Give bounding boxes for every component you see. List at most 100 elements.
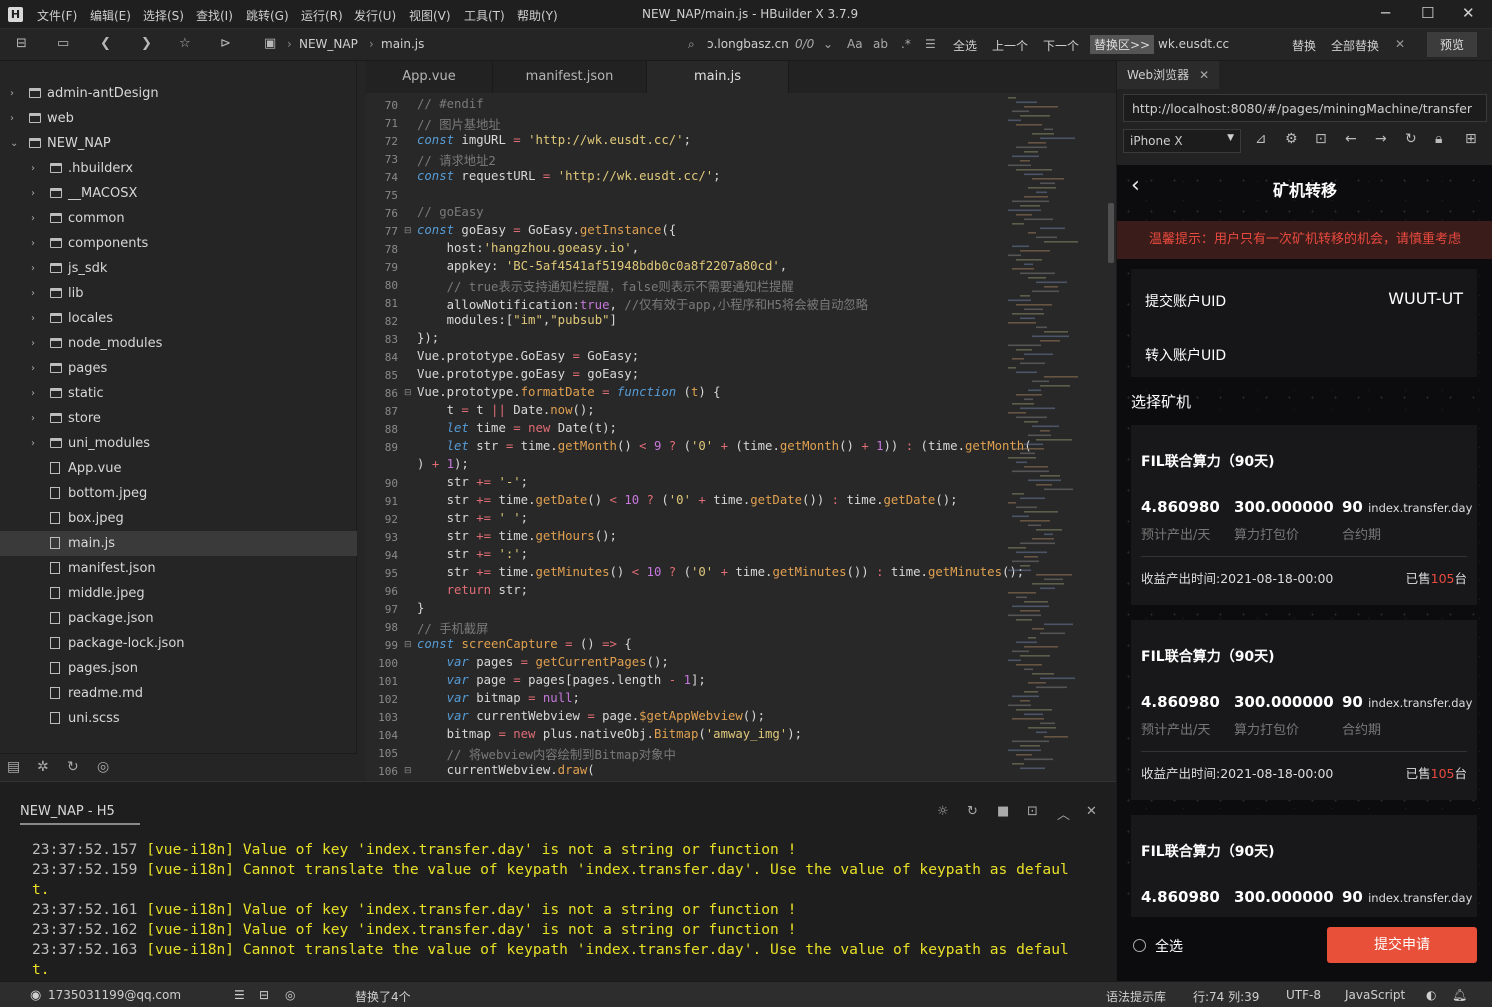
tree-item[interactable]: › lib bbox=[0, 281, 357, 306]
chevron-right-icon[interactable]: › bbox=[31, 356, 35, 381]
prev-match-button[interactable]: 上一个 bbox=[992, 37, 1028, 54]
settings-icon[interactable]: ⚙ bbox=[1285, 131, 1298, 147]
close-panel-icon[interactable]: ✕ bbox=[1086, 804, 1097, 819]
lock-icon[interactable]: 🔒︎ bbox=[1435, 131, 1442, 147]
list-icon[interactable]: ☰ bbox=[925, 37, 936, 51]
replace-button[interactable]: 替换 bbox=[1292, 37, 1316, 54]
menu-item[interactable]: 工具(T) bbox=[464, 7, 505, 24]
tree-item[interactable]: box.jpeg bbox=[0, 506, 357, 531]
replace-input[interactable]: wk.eusdt.cc bbox=[1158, 37, 1229, 51]
syntax-library[interactable]: 语法提示库 bbox=[1106, 988, 1166, 1005]
fold-icon[interactable]: ⊟ bbox=[404, 640, 412, 650]
splitter[interactable] bbox=[358, 61, 366, 781]
run-icon[interactable]: ⊳ bbox=[220, 36, 231, 51]
regex-icon[interactable]: .* bbox=[901, 37, 911, 51]
tree-item[interactable]: › node_modules bbox=[0, 331, 357, 356]
bell-icon[interactable]: 🔔︎ bbox=[1452, 988, 1467, 1002]
menu-item[interactable]: 发行(U) bbox=[354, 7, 396, 24]
chevron-right-icon[interactable]: › bbox=[31, 406, 35, 431]
notification-toggle-icon[interactable]: ◐ bbox=[1426, 988, 1436, 1002]
debug-icon[interactable]: ✲ bbox=[37, 759, 49, 775]
tab-manifest-json[interactable]: manifest.json bbox=[493, 61, 647, 93]
restart-icon[interactable]: ↻ bbox=[967, 804, 978, 819]
replace-all-button[interactable]: 全部替换 bbox=[1331, 37, 1379, 54]
chevron-right-icon[interactable]: › bbox=[31, 331, 35, 356]
chevron-right-icon[interactable]: › bbox=[31, 306, 35, 331]
forward-icon[interactable]: ❯ bbox=[141, 36, 152, 51]
machine-card[interactable]: FIL联合算力（90天) 4.860980 300.000000 90 index.t… bbox=[1131, 425, 1477, 605]
plugins-icon[interactable]: ◎ bbox=[97, 759, 109, 775]
tree-item[interactable]: middle.jpeg bbox=[0, 581, 357, 606]
chevron-right-icon[interactable]: › bbox=[31, 431, 35, 456]
tree-item[interactable]: ⌄ NEW_NAP bbox=[0, 131, 357, 156]
tree-item[interactable]: › store bbox=[0, 406, 357, 431]
replace-scope-button[interactable]: 替换区>> bbox=[1090, 35, 1155, 54]
minimap[interactable] bbox=[1006, 93, 1116, 781]
tree-item[interactable]: › static bbox=[0, 381, 357, 406]
maximize-icon[interactable]: ☐ bbox=[1421, 4, 1434, 22]
tree-item[interactable]: › admin-antDesign bbox=[0, 81, 357, 106]
tree-item[interactable]: main.js bbox=[0, 531, 357, 556]
chevron-right-icon[interactable]: › bbox=[31, 156, 35, 181]
machine-card[interactable]: FIL联合算力（90天) 4.860980 300.000000 90 index.t… bbox=[1131, 620, 1477, 800]
menu-item[interactable]: 文件(F) bbox=[37, 7, 77, 24]
rotate-icon[interactable]: ⊿ bbox=[1255, 131, 1267, 147]
user-account[interactable]: 1735031199@qq.com bbox=[48, 988, 181, 1002]
chevron-right-icon[interactable]: › bbox=[31, 256, 35, 281]
code-editor[interactable]: 70 // #endif 71 // 图片基地址 72 const imgURL = 'h… bbox=[366, 93, 1116, 781]
plugin-icon[interactable]: ◎ bbox=[285, 988, 295, 1002]
forward-icon[interactable]: → bbox=[1375, 131, 1387, 147]
tree-item[interactable]: manifest.json bbox=[0, 556, 357, 581]
tree-item[interactable]: package.json bbox=[0, 606, 357, 631]
grid-icon[interactable]: ⊞ bbox=[1465, 131, 1477, 147]
clear-icon[interactable]: ⊡ bbox=[1027, 804, 1038, 819]
encoding[interactable]: UTF-8 bbox=[1286, 988, 1321, 1002]
fold-icon[interactable]: ⊟ bbox=[404, 766, 412, 776]
menu-item[interactable]: 编辑(E) bbox=[90, 7, 131, 24]
chevron-right-icon[interactable]: › bbox=[31, 181, 35, 206]
save-icon[interactable]: ▭ bbox=[57, 36, 69, 51]
devtools-icon[interactable]: ⊡ bbox=[1315, 131, 1327, 147]
whole-word-icon[interactable]: ab bbox=[873, 37, 888, 51]
submit-button[interactable]: 提交申请 bbox=[1327, 927, 1477, 963]
terminal-icon[interactable]: ⊟ bbox=[259, 988, 269, 1002]
back-icon[interactable]: ← bbox=[1345, 131, 1357, 147]
tab-main-js[interactable]: main.js bbox=[647, 61, 789, 93]
new-file-icon[interactable]: ⊟ bbox=[16, 36, 27, 51]
tree-item[interactable]: › .hbuilderx bbox=[0, 156, 357, 181]
source-control-icon[interactable]: ↻ bbox=[67, 759, 79, 775]
device-select[interactable]: iPhone X ▼ bbox=[1123, 129, 1241, 153]
menu-item[interactable]: 跳转(G) bbox=[246, 7, 289, 24]
menu-item[interactable]: 帮助(Y) bbox=[517, 7, 558, 24]
tree-item[interactable]: › common bbox=[0, 206, 357, 231]
tab-app-vue[interactable]: App.vue bbox=[366, 61, 493, 93]
match-case-icon[interactable]: Aa bbox=[847, 37, 863, 51]
tree-item[interactable]: › locales bbox=[0, 306, 357, 331]
menu-item[interactable]: 选择(S) bbox=[143, 7, 184, 24]
tree-item[interactable]: › uni_modules bbox=[0, 431, 357, 456]
bug-icon[interactable]: ☼ bbox=[937, 804, 949, 819]
tree-item[interactable]: package-lock.json bbox=[0, 631, 357, 656]
tree-item[interactable]: readme.md bbox=[0, 681, 357, 706]
select-all-label[interactable]: 全选 bbox=[1155, 936, 1183, 956]
cursor-position[interactable]: 行:74 列:39 bbox=[1193, 988, 1259, 1005]
tree-item[interactable]: › js_sdk bbox=[0, 256, 357, 281]
close-tab-icon[interactable]: ✕ bbox=[1199, 68, 1209, 82]
chevron-right-icon[interactable]: › bbox=[31, 206, 35, 231]
breadcrumb-project[interactable]: NEW_NAP bbox=[299, 37, 358, 51]
chevron-down-icon[interactable]: ⌄ bbox=[10, 131, 18, 156]
chevron-right-icon[interactable]: › bbox=[10, 106, 14, 131]
refresh-icon[interactable]: ↻ bbox=[1405, 131, 1417, 147]
breadcrumb-file[interactable]: main.js bbox=[381, 37, 424, 51]
close-find-icon[interactable]: ✕ bbox=[1395, 37, 1405, 51]
language-mode[interactable]: JavaScript bbox=[1345, 988, 1405, 1002]
tree-item[interactable]: › web bbox=[0, 106, 357, 131]
chevron-right-icon[interactable]: › bbox=[10, 81, 14, 106]
url-input[interactable]: http://localhost:8080/#/pages/miningMach… bbox=[1123, 94, 1487, 122]
next-match-button[interactable]: 下一个 bbox=[1043, 37, 1079, 54]
browser-tab[interactable]: Web浏览器 ✕ bbox=[1117, 61, 1219, 89]
files-icon[interactable]: ▤ bbox=[7, 759, 20, 775]
tree-item[interactable]: bottom.jpeg bbox=[0, 481, 357, 506]
minimize-icon[interactable]: ─ bbox=[1381, 4, 1390, 22]
close-icon[interactable]: ✕ bbox=[1462, 4, 1475, 22]
